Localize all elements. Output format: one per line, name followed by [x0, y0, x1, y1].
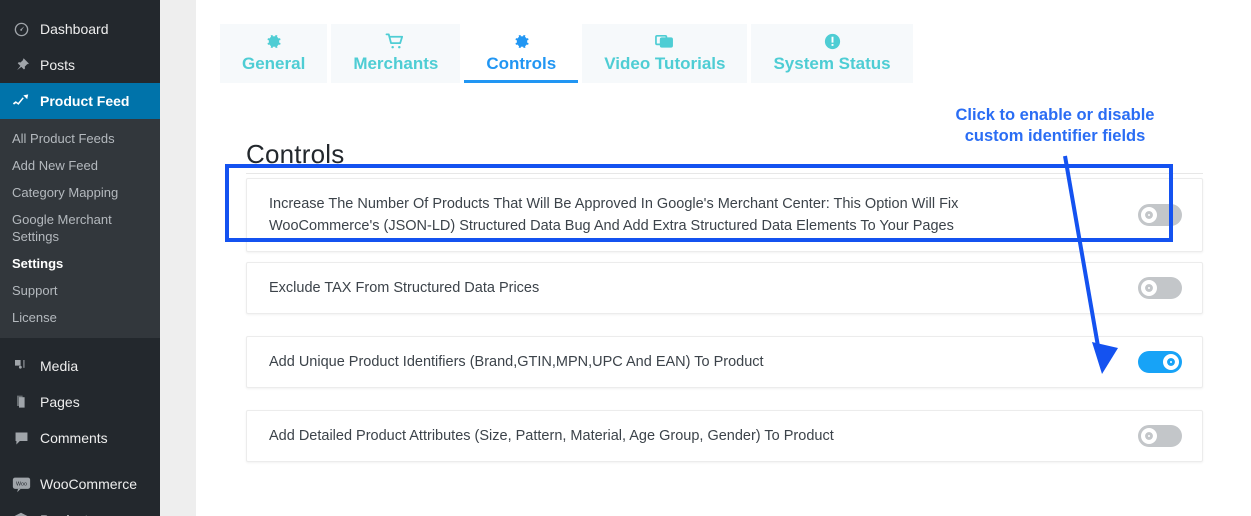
tab-video-tutorials[interactable]: Video Tutorials — [582, 24, 747, 83]
sidebar-subitem-license[interactable]: License — [0, 304, 160, 331]
sidebar-item-label: Media — [40, 358, 78, 374]
annotation-line-2: custom identifier fields — [930, 126, 1180, 147]
pages-icon — [11, 392, 31, 412]
tab-label: System Status — [773, 54, 890, 74]
control-row-wrapper: Add Detailed Product Attributes (Size, P… — [246, 410, 1203, 462]
sidebar-item-label: Posts — [40, 57, 75, 73]
control-label: Add Unique Product Identifiers (Brand,GT… — [269, 351, 764, 373]
sidebar-item-label: WooCommerce — [40, 476, 137, 492]
pin-icon — [11, 55, 31, 75]
control-label: Add Detailed Product Attributes (Size, P… — [269, 425, 834, 447]
sidebar-item-dashboard[interactable]: Dashboard — [0, 11, 160, 47]
control-row-wrapper-highlighted: Add Unique Product Identifiers (Brand,GT… — [246, 336, 1203, 388]
page-title: Controls — [246, 139, 344, 170]
sidebar-top-group: Dashboard Posts Product Feed — [0, 0, 160, 119]
sidebar-item-woocommerce[interactable]: Woo WooCommerce — [0, 466, 160, 502]
chart-line-icon — [11, 91, 31, 111]
tab-label: General — [242, 54, 305, 74]
control-label: Exclude TAX From Structured Data Prices — [269, 277, 539, 299]
annotation-line-1: Click to enable or disable — [930, 105, 1180, 126]
screen-root: Dashboard Posts Product Feed — [0, 0, 1251, 516]
control-toggle-unique-identifiers[interactable] — [1138, 351, 1182, 373]
controls-list: Increase The Number Of Products That Wil… — [246, 178, 1203, 472]
sidebar-item-label: Dashboard — [40, 21, 109, 37]
admin-sidebar: Dashboard Posts Product Feed — [0, 0, 160, 516]
control-toggle-exclude-tax[interactable] — [1138, 277, 1182, 299]
sidebar-item-label: Comments — [40, 430, 108, 446]
sidebar-subitem-all-product-feeds[interactable]: All Product Feeds — [0, 125, 160, 152]
sidebar-subitem-google-merchant-settings[interactable]: Google Merchant Settings — [0, 206, 160, 250]
control-toggle-detailed-attributes[interactable] — [1138, 425, 1182, 447]
sidebar-subitem-settings[interactable]: Settings — [0, 250, 160, 277]
sidebar-subitem-add-new-feed[interactable]: Add New Feed — [0, 152, 160, 179]
sidebar-item-media[interactable]: Media — [0, 348, 160, 384]
media-icon — [11, 356, 31, 376]
gear-icon — [242, 32, 305, 52]
control-label: Increase The Number Of Products That Wil… — [269, 193, 1069, 237]
toggle-knob — [1141, 428, 1157, 444]
annotation-callout: Click to enable or disable custom identi… — [930, 105, 1180, 147]
sidebar-submenu-product-feed: All Product Feeds Add New Feed Category … — [0, 119, 160, 338]
toggle-knob — [1141, 280, 1157, 296]
sidebar-divider — [0, 338, 160, 348]
tab-controls[interactable]: Controls — [464, 24, 578, 83]
control-toggle-structured-data[interactable] — [1138, 204, 1182, 226]
sidebar-item-posts[interactable]: Posts — [0, 47, 160, 83]
title-divider — [246, 173, 1203, 174]
sidebar-item-pages[interactable]: Pages — [0, 384, 160, 420]
woo-icon: Woo — [11, 474, 31, 494]
media-image-icon — [604, 32, 725, 52]
sidebar-subitem-category-mapping[interactable]: Category Mapping — [0, 179, 160, 206]
settings-tabbar: General Merchants — [220, 24, 913, 83]
sidebar-item-product-feed[interactable]: Product Feed — [0, 83, 160, 119]
sidebar-item-comments[interactable]: Comments — [0, 420, 160, 456]
toggle-knob — [1141, 207, 1157, 223]
control-row-wrapper: Exclude TAX From Structured Data Prices — [246, 262, 1203, 314]
control-row[interactable]: Add Detailed Product Attributes (Size, P… — [246, 410, 1203, 462]
tab-merchants[interactable]: Merchants — [331, 24, 460, 83]
sidebar-item-label: Pages — [40, 394, 80, 410]
cart-icon — [353, 32, 438, 52]
sidebar-divider-2 — [0, 456, 160, 466]
main-content: General Merchants — [196, 0, 1251, 516]
sidebar-subitem-support[interactable]: Support — [0, 277, 160, 304]
products-icon — [11, 510, 31, 516]
tab-label: Merchants — [353, 54, 438, 74]
tab-label: Video Tutorials — [604, 54, 725, 74]
gear-icon — [486, 32, 556, 52]
tab-label: Controls — [486, 54, 556, 74]
control-row[interactable]: Exclude TAX From Structured Data Prices — [246, 262, 1203, 314]
control-row[interactable]: Add Unique Product Identifiers (Brand,GT… — [246, 336, 1203, 388]
content-gutter — [160, 0, 196, 516]
control-row-wrapper: Increase The Number Of Products That Wil… — [246, 178, 1203, 252]
sidebar-item-label: Product Feed — [40, 93, 129, 109]
svg-text:Woo: Woo — [16, 481, 27, 487]
comments-icon — [11, 428, 31, 448]
tab-system-status[interactable]: System Status — [751, 24, 912, 83]
toggle-knob — [1163, 354, 1179, 370]
control-row[interactable]: Increase The Number Of Products That Wil… — [246, 178, 1203, 252]
tab-general[interactable]: General — [220, 24, 327, 83]
sidebar-item-label: Products — [40, 512, 95, 516]
sidebar-item-products[interactable]: Products — [0, 502, 160, 516]
exclamation-circle-icon — [773, 32, 890, 52]
dashboard-icon — [11, 19, 31, 39]
